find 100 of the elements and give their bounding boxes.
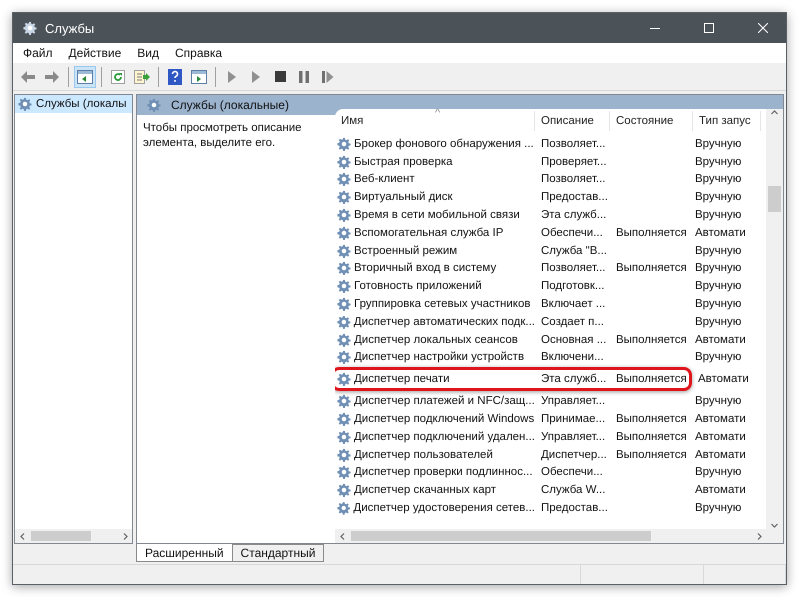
service-row[interactable]: Диспетчер печати Эта служб... Выполняется Автомати <box>335 366 766 392</box>
service-name: Диспетчер скачанных карт <box>354 484 496 496</box>
service-row[interactable]: Диспетчер удостоверения сетев... Предостав... Вручную <box>335 499 766 517</box>
service-description: Эта служб... <box>541 209 606 222</box>
service-row[interactable]: Готовность приложений Подготовк... Вручную <box>335 277 766 296</box>
startup-type: Вручную <box>695 173 742 186</box>
close-icon <box>758 23 768 33</box>
service-name: Вторичный вход в систему <box>354 262 496 274</box>
service-description: Предостав... <box>541 502 608 514</box>
menu-item[interactable]: Действие <box>68 46 122 60</box>
horizontal-scrollbar[interactable] <box>15 529 132 543</box>
scroll-left-icon <box>338 532 346 540</box>
service-row[interactable]: Диспетчер проверки подлиннос... Обеспечи... Вручную <box>335 464 766 482</box>
play-icon <box>251 70 261 82</box>
startup-type: Автомати <box>698 373 749 386</box>
service-name: Веб-клиент <box>354 173 415 186</box>
service-name: Диспетчер подключений Windows <box>354 413 534 426</box>
service-row[interactable]: Встроенный режим Служба "В... Вручную <box>335 242 766 260</box>
tree-item[interactable]: Службы (локалы <box>15 95 132 113</box>
service-name: Диспетчер автоматических подк... <box>354 316 535 328</box>
startup-type: Вручную <box>695 244 742 257</box>
startup-type: Вручную <box>695 298 742 310</box>
window-title: Службы <box>45 20 96 36</box>
service-row[interactable]: Веб-клиент Позволяет... Вручную <box>335 170 766 188</box>
menu-item[interactable]: Вид <box>137 46 159 60</box>
service-status: Выполняется <box>616 413 687 426</box>
scroll-down-icon <box>771 522 778 529</box>
app-gear-icon <box>23 21 37 35</box>
menu-item[interactable]: Файл <box>23 46 53 60</box>
service-description: Эта служб... <box>541 373 606 386</box>
service-row[interactable]: Брокер фонового обнаружения ... Позволяет... Вручную <box>335 135 766 153</box>
startup-type: Вручную <box>695 209 742 222</box>
service-description: Управляет... <box>541 395 606 408</box>
service-name: Диспетчер проверки подлиннос... <box>354 466 533 478</box>
service-name: Встроенный режим <box>354 244 458 257</box>
service-description: Принимае... <box>541 413 606 426</box>
service-name: Диспетчер настройки устройств <box>354 351 524 364</box>
service-row[interactable]: Вспомогательная служба IP Обеспечи... Выполняется Автомати <box>335 224 766 242</box>
service-name: Диспетчер подключений удален... <box>354 430 535 443</box>
vertical-scrollbar[interactable] <box>766 109 783 529</box>
horizontal-scrollbar[interactable] <box>335 529 783 543</box>
column-header[interactable]: Описание <box>535 111 610 131</box>
scroll-right-icon <box>756 532 762 540</box>
service-description: Управляет... <box>541 430 606 443</box>
service-description: Служба "В... <box>541 244 607 257</box>
startup-type: Вручную <box>695 395 742 408</box>
service-row[interactable]: Диспетчер автоматических подк... Создает п... Вручную <box>335 312 766 331</box>
menu-item[interactable]: Справка <box>175 46 222 60</box>
column-header[interactable]: Состояние <box>610 111 693 131</box>
startup-type: Вручную <box>695 262 742 274</box>
scrollbar-thumb[interactable] <box>351 531 651 541</box>
scroll-right-icon <box>122 532 128 540</box>
service-description: Основная ... <box>541 334 606 346</box>
service-row[interactable]: Диспетчер пользователей Диспетчер... Выполняется Автомати <box>335 446 766 464</box>
service-row[interactable]: Время в сети мобильной связи Эта служб... Вручную <box>335 206 766 224</box>
service-description: Обеспечи... <box>541 466 603 478</box>
scroll-left-icon <box>18 532 26 540</box>
panel-title: Службы (локальные) <box>171 98 289 112</box>
service-row[interactable]: Диспетчер настройки устройств Включени... Вручную <box>335 348 766 366</box>
service-status: Выполняется <box>616 226 687 239</box>
service-name: Время в сети мобильной связи <box>354 209 520 222</box>
service-row[interactable]: Группировка сетевых участников Включает ... Вручную <box>335 295 766 313</box>
play-icon <box>227 70 237 82</box>
service-row[interactable]: Быстрая проверка Проверяет... Вручную <box>335 152 766 171</box>
startup-type: Вручную <box>695 466 742 478</box>
service-row[interactable]: Диспетчер подключений удален... Управляет... Выполняется Автомати <box>335 428 766 446</box>
service-row[interactable]: Диспетчер платежей и NFC/защ... Управляет... Вручную <box>335 392 766 410</box>
scrollbar-thumb[interactable] <box>768 186 781 212</box>
service-description: Позволяет... <box>541 173 606 186</box>
view-tab[interactable]: Стандартный <box>232 544 324 562</box>
service-name: Диспетчер удостоверения сетев... <box>353 502 535 514</box>
gear-icon <box>147 98 161 112</box>
service-row[interactable]: Виртуальный диск Предостав... Вручную <box>335 188 766 206</box>
help-icon <box>168 68 182 84</box>
refresh-icon <box>111 70 125 84</box>
service-status: Выполняется <box>616 334 687 346</box>
service-description: Позволяет... <box>541 262 606 274</box>
resume-icon <box>322 70 334 82</box>
service-description: Служба W... <box>541 484 606 496</box>
column-header[interactable]: Имя <box>335 111 535 131</box>
service-name: Готовность приложений <box>354 280 482 292</box>
service-name: Диспетчер печати <box>354 373 450 386</box>
startup-type: Вручную <box>695 351 742 364</box>
startup-type: Автомати <box>695 430 746 443</box>
scrollbar-thumb[interactable] <box>31 531 91 541</box>
service-row[interactable]: Диспетчер локальных сеансов Основная ... Выполняется Автомати <box>335 330 766 349</box>
console-tree-button[interactable] <box>74 66 96 88</box>
view-tab[interactable]: Расширенный <box>136 544 233 562</box>
service-row[interactable]: Диспетчер скачанных карт Служба W... Автомати <box>335 481 766 500</box>
service-row[interactable]: Вторичный вход в систему Позволяет... Выполняется Вручную <box>335 260 766 278</box>
startup-type: Автомати <box>695 484 746 496</box>
service-name: Виртуальный диск <box>354 191 453 204</box>
service-description: Создает п... <box>541 316 604 328</box>
service-name: Диспетчер пользователей <box>354 448 493 461</box>
forward-arrow-icon <box>44 70 60 84</box>
column-header[interactable]: Тип запус <box>693 111 761 131</box>
service-status: Выполняется <box>616 430 687 443</box>
service-row[interactable]: Диспетчер подключений Windows Принимае... Выполняется Автомати <box>335 410 766 428</box>
pause-icon <box>299 70 309 82</box>
service-name: Диспетчер платежей и NFC/защ... <box>354 395 535 408</box>
